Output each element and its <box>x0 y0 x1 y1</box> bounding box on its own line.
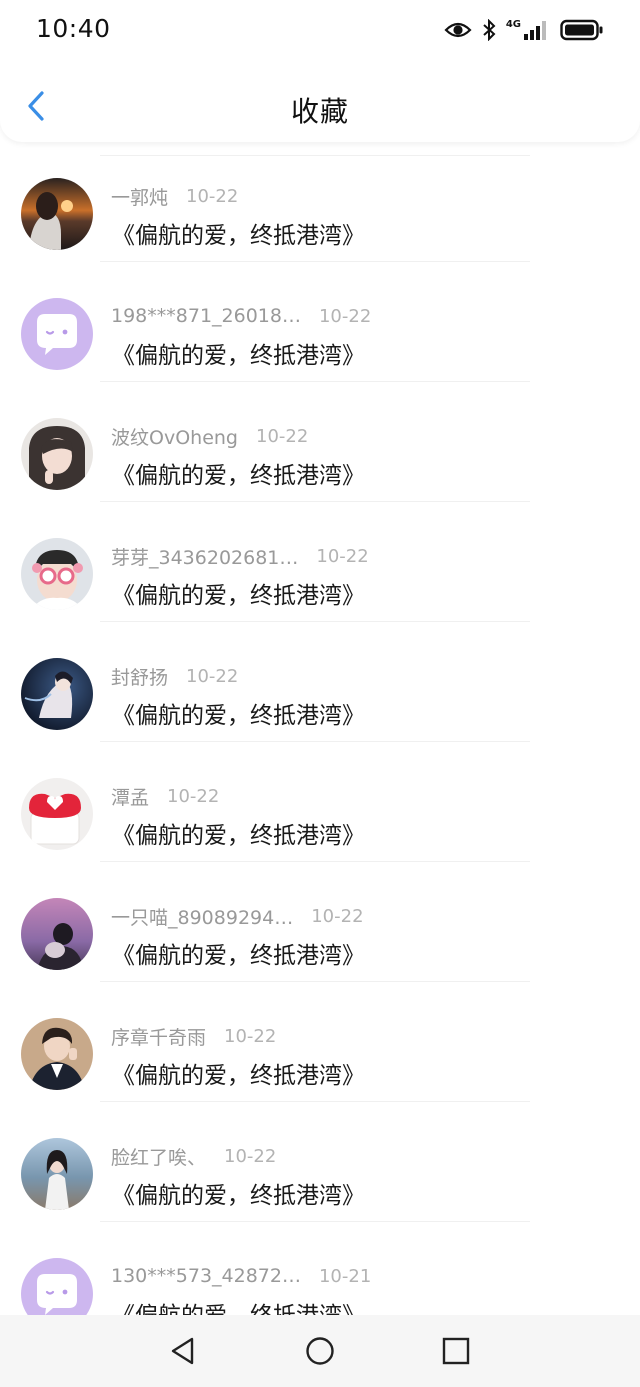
item-title[interactable]: 《偏航的爱，终抵港湾》 <box>112 1176 365 1210</box>
status-time: 10:40 <box>36 14 111 43</box>
date: 10-22 <box>224 1145 277 1167</box>
system-nav-bar <box>0 1315 640 1387</box>
item-title[interactable]: 《偏航的爱，终抵港湾》 <box>112 936 365 970</box>
username[interactable]: 潭孟 <box>111 783 149 810</box>
favorite-item[interactable]: 封舒扬 10-22 《偏航的爱，终抵港湾》 <box>0 622 640 742</box>
back-triangle-icon[interactable] <box>168 1335 200 1367</box>
battery-icon <box>560 19 604 41</box>
username[interactable]: 一只喵_89089294… <box>111 903 293 930</box>
item-meta: 198***871_26018… 10-22 <box>111 303 371 329</box>
item-title[interactable]: 《偏航的爱，终抵港湾》 <box>112 1296 365 1315</box>
avatar[interactable] <box>21 178 93 250</box>
item-title[interactable]: 《偏航的爱，终抵港湾》 <box>112 696 365 730</box>
avatar[interactable] <box>21 658 93 730</box>
favorite-item[interactable]: 一郭炖 10-22 《偏航的爱，终抵港湾》 <box>0 142 640 262</box>
date: 10-22 <box>186 185 239 207</box>
avatar[interactable] <box>21 1258 93 1315</box>
item-title[interactable]: 《偏航的爱，终抵港湾》 <box>112 816 365 850</box>
item-title[interactable]: 《偏航的爱，终抵港湾》 <box>112 1056 365 1090</box>
date: 10-22 <box>256 425 309 447</box>
favorite-item[interactable]: 波纹OvOheng 10-22 《偏航的爱，终抵港湾》 <box>0 382 640 502</box>
item-title[interactable]: 《偏航的爱，终抵港湾》 <box>112 336 365 370</box>
item-title[interactable]: 《偏航的爱，终抵港湾》 <box>112 456 365 490</box>
username[interactable]: 封舒扬 <box>111 663 168 690</box>
favorite-item[interactable]: 脸红了唉、 10-22 《偏航的爱，终抵港湾》 <box>0 1102 640 1222</box>
recents-square-icon[interactable] <box>440 1335 472 1367</box>
page-title: 收藏 <box>290 95 349 128</box>
network-label: 4G <box>505 19 521 30</box>
item-meta: 波纹OvOheng 10-22 <box>111 423 308 449</box>
avatar[interactable] <box>21 1138 93 1210</box>
date: 10-22 <box>318 305 372 327</box>
date: 10-22 <box>311 905 364 927</box>
item-meta: 封舒扬 10-22 <box>111 663 238 689</box>
username[interactable]: 芽芽_3436202681… <box>111 543 298 570</box>
avatar[interactable] <box>21 298 93 370</box>
avatar[interactable] <box>21 778 93 850</box>
item-meta: 潭孟 10-22 <box>111 783 219 809</box>
date: 10-22 <box>224 1025 277 1047</box>
username[interactable]: 波纹OvOheng <box>111 423 238 450</box>
header: 10:40 4G 收藏 <box>0 0 640 142</box>
item-meta: 130***573_42872… 10-21 <box>111 1263 371 1289</box>
favorites-list[interactable]: 一郭炖 10-22 《偏航的爱，终抵港湾》 198***871_26018… 1… <box>0 142 640 1315</box>
avatar[interactable] <box>21 898 93 970</box>
eye-icon <box>444 20 472 40</box>
status-bar: 10:40 4G <box>0 0 640 60</box>
favorite-item[interactable]: 潭孟 10-22 《偏航的爱，终抵港湾》 <box>0 742 640 862</box>
date: 10-21 <box>318 1265 372 1287</box>
date: 10-22 <box>167 785 220 807</box>
item-meta: 一只喵_89089294… 10-22 <box>111 903 364 929</box>
nav-bar: 收藏 <box>0 70 640 142</box>
date: 10-22 <box>186 665 239 687</box>
bluetooth-icon <box>482 19 496 41</box>
username[interactable]: 序章千奇雨 <box>111 1023 206 1050</box>
username[interactable]: 脸红了唉、 <box>111 1143 206 1170</box>
username[interactable]: 198***871_26018… <box>111 305 301 327</box>
favorite-item[interactable]: 一只喵_89089294… 10-22 《偏航的爱，终抵港湾》 <box>0 862 640 982</box>
item-meta: 脸红了唉、 10-22 <box>111 1143 276 1169</box>
avatar[interactable] <box>21 418 93 490</box>
item-title[interactable]: 《偏航的爱，终抵港湾》 <box>112 576 365 610</box>
favorite-item[interactable]: 芽芽_3436202681… 10-22 《偏航的爱，终抵港湾》 <box>0 502 640 622</box>
home-circle-icon[interactable] <box>304 1335 336 1367</box>
status-icons: 4G <box>444 16 604 44</box>
item-meta: 一郭炖 10-22 <box>111 183 238 209</box>
favorite-item[interactable]: 198***871_26018… 10-22 《偏航的爱，终抵港湾》 <box>0 262 640 382</box>
favorite-item[interactable]: 序章千奇雨 10-22 《偏航的爱，终抵港湾》 <box>0 982 640 1102</box>
avatar[interactable] <box>21 538 93 610</box>
item-meta: 序章千奇雨 10-22 <box>111 1023 276 1049</box>
favorite-item[interactable]: 130***573_42872… 10-21 《偏航的爱，终抵港湾》 <box>0 1222 640 1315</box>
username[interactable]: 130***573_42872… <box>111 1265 301 1287</box>
item-title[interactable]: 《偏航的爱，终抵港湾》 <box>112 216 365 250</box>
item-meta: 芽芽_3436202681… 10-22 <box>111 543 369 569</box>
signal-icon: 4G <box>506 20 550 40</box>
avatar[interactable] <box>21 1018 93 1090</box>
date: 10-22 <box>316 545 369 567</box>
username[interactable]: 一郭炖 <box>111 183 168 210</box>
